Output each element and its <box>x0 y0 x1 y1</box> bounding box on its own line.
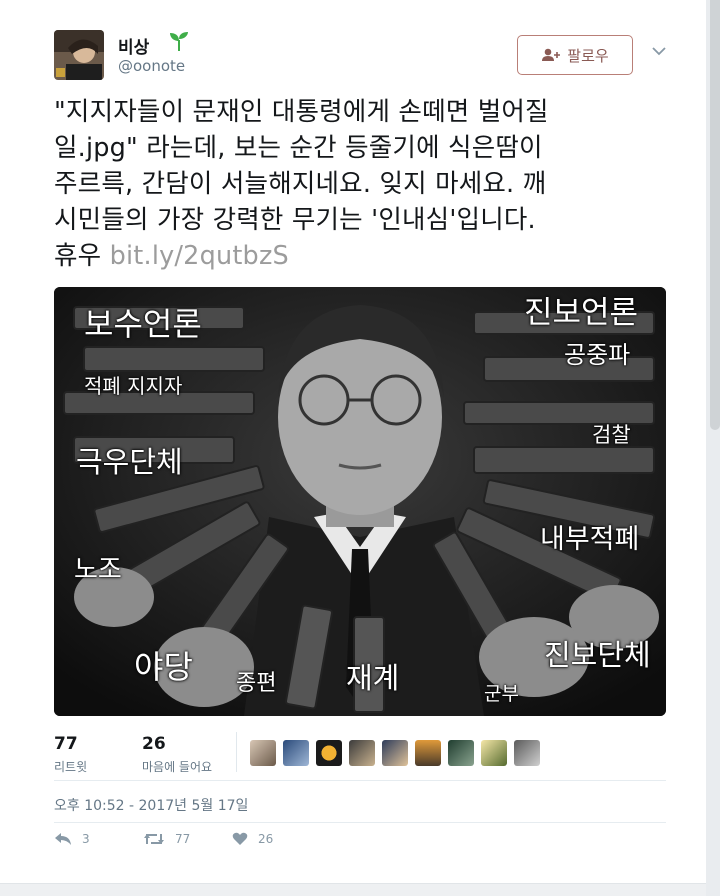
liker-avatar[interactable] <box>448 740 474 766</box>
liker-avatar[interactable] <box>481 740 507 766</box>
label-conservative-media: 보수언론 <box>84 305 202 343</box>
retweet-action-count: 77 <box>175 832 191 846</box>
tweet-card: 비상 @oonote 팔로우 "지지자들이 문재인 대통령에게 손떼면 벌어질 … <box>0 0 706 896</box>
tweet-line: 주르륵, 간담이 서늘해지네요. 잊지 마세요. 깨 <box>54 169 547 199</box>
retweet-icon <box>144 834 164 844</box>
liker-avatar[interactable] <box>415 740 441 766</box>
liker-avatar[interactable] <box>514 740 540 766</box>
add-user-icon <box>542 48 561 61</box>
label-business: 재계 <box>346 661 400 695</box>
tweet-line: 휴우 <box>54 241 110 271</box>
label-prosecution: 검찰 <box>592 423 631 447</box>
username[interactable]: @oonote <box>118 57 185 75</box>
liker-avatar[interactable] <box>349 740 375 766</box>
reply-action[interactable]: 3 <box>54 832 90 846</box>
avatar[interactable] <box>54 30 104 80</box>
label-progressive-media: 진보언론 <box>524 295 639 331</box>
reply-icon <box>55 833 71 845</box>
like-action-count: 26 <box>258 832 274 846</box>
liker-avatar[interactable] <box>283 740 309 766</box>
retweet-count[interactable]: 77 <box>54 734 78 754</box>
liker-avatar[interactable] <box>250 740 276 766</box>
label-progressive-groups: 진보단체 <box>544 638 651 672</box>
tweet-text: "지지자들이 문재인 대통령에게 손떼면 벌어질 일.jpg" 라는데, 보는 … <box>54 94 674 274</box>
liker-avatar[interactable] <box>316 740 342 766</box>
label-far-right: 극우단체 <box>76 445 183 479</box>
heart-icon <box>232 832 248 845</box>
divider <box>54 780 666 781</box>
retweet-action[interactable]: 77 <box>143 832 190 846</box>
display-name[interactable]: 비상 <box>118 33 149 58</box>
liker-avatars <box>250 740 540 766</box>
tweet-link[interactable]: bit.ly/2qutbzS <box>110 241 289 271</box>
follow-button[interactable]: 팔로우 <box>517 35 633 75</box>
like-action[interactable]: 26 <box>232 832 273 846</box>
tweet-line: "지지자들이 문재인 대통령에게 손떼면 벌어질 <box>54 97 549 127</box>
label-union: 노조 <box>74 555 122 585</box>
tweet-image[interactable]: 보수언론 진보언론 공중파 적폐 지지자 검찰 극우단체 내부적폐 노조 진보단… <box>54 287 666 716</box>
retweet-label[interactable]: 리트윗 <box>54 758 87 775</box>
label-cable: 종편 <box>236 671 277 696</box>
follow-label: 팔로우 <box>567 46 609 65</box>
tweet-line: 시민들의 가장 강력한 무기는 '인내심'입니다. <box>54 205 536 235</box>
like-count[interactable]: 26 <box>142 734 166 754</box>
bottom-strip <box>0 883 706 896</box>
chevron-down-icon[interactable] <box>652 46 666 56</box>
liker-avatar[interactable] <box>382 740 408 766</box>
label-military: 군부 <box>484 683 519 705</box>
label-public-broadcast: 공중파 <box>564 341 631 369</box>
stats-divider <box>236 732 237 772</box>
divider <box>54 822 666 823</box>
tweet-line: 일.jpg" 라는데, 보는 순간 등줄기에 식은땀이 <box>54 133 543 163</box>
reply-count: 3 <box>82 832 90 846</box>
label-opposition: 야당 <box>134 648 193 686</box>
sprout-icon <box>170 32 188 51</box>
label-old-supporters: 적폐 지지자 <box>84 374 183 398</box>
label-internal: 내부적폐 <box>540 524 640 555</box>
scrollbar[interactable] <box>710 0 720 430</box>
like-label[interactable]: 마음에 들어요 <box>142 758 212 775</box>
tweet-timestamp[interactable]: 오후 10:52 - 2017년 5월 17일 <box>54 795 248 815</box>
